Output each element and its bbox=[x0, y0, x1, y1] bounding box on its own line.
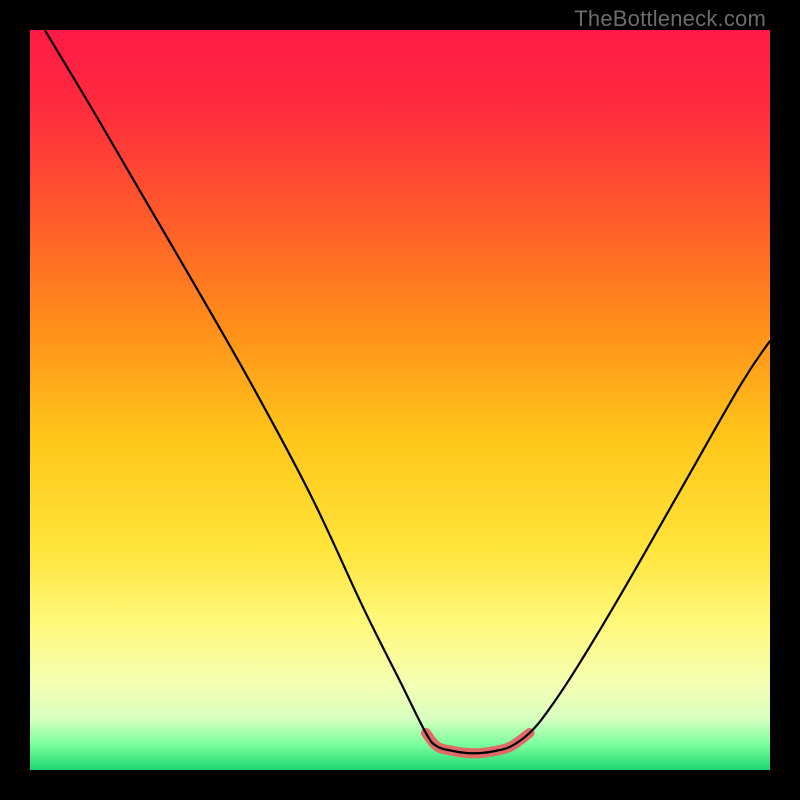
chart-frame: TheBottleneck.com bbox=[0, 0, 800, 800]
watermark-text: TheBottleneck.com bbox=[574, 6, 766, 32]
curves-layer bbox=[30, 30, 770, 770]
plot-area bbox=[30, 30, 770, 770]
main-curve bbox=[45, 30, 770, 753]
highlight-segment bbox=[426, 733, 530, 753]
